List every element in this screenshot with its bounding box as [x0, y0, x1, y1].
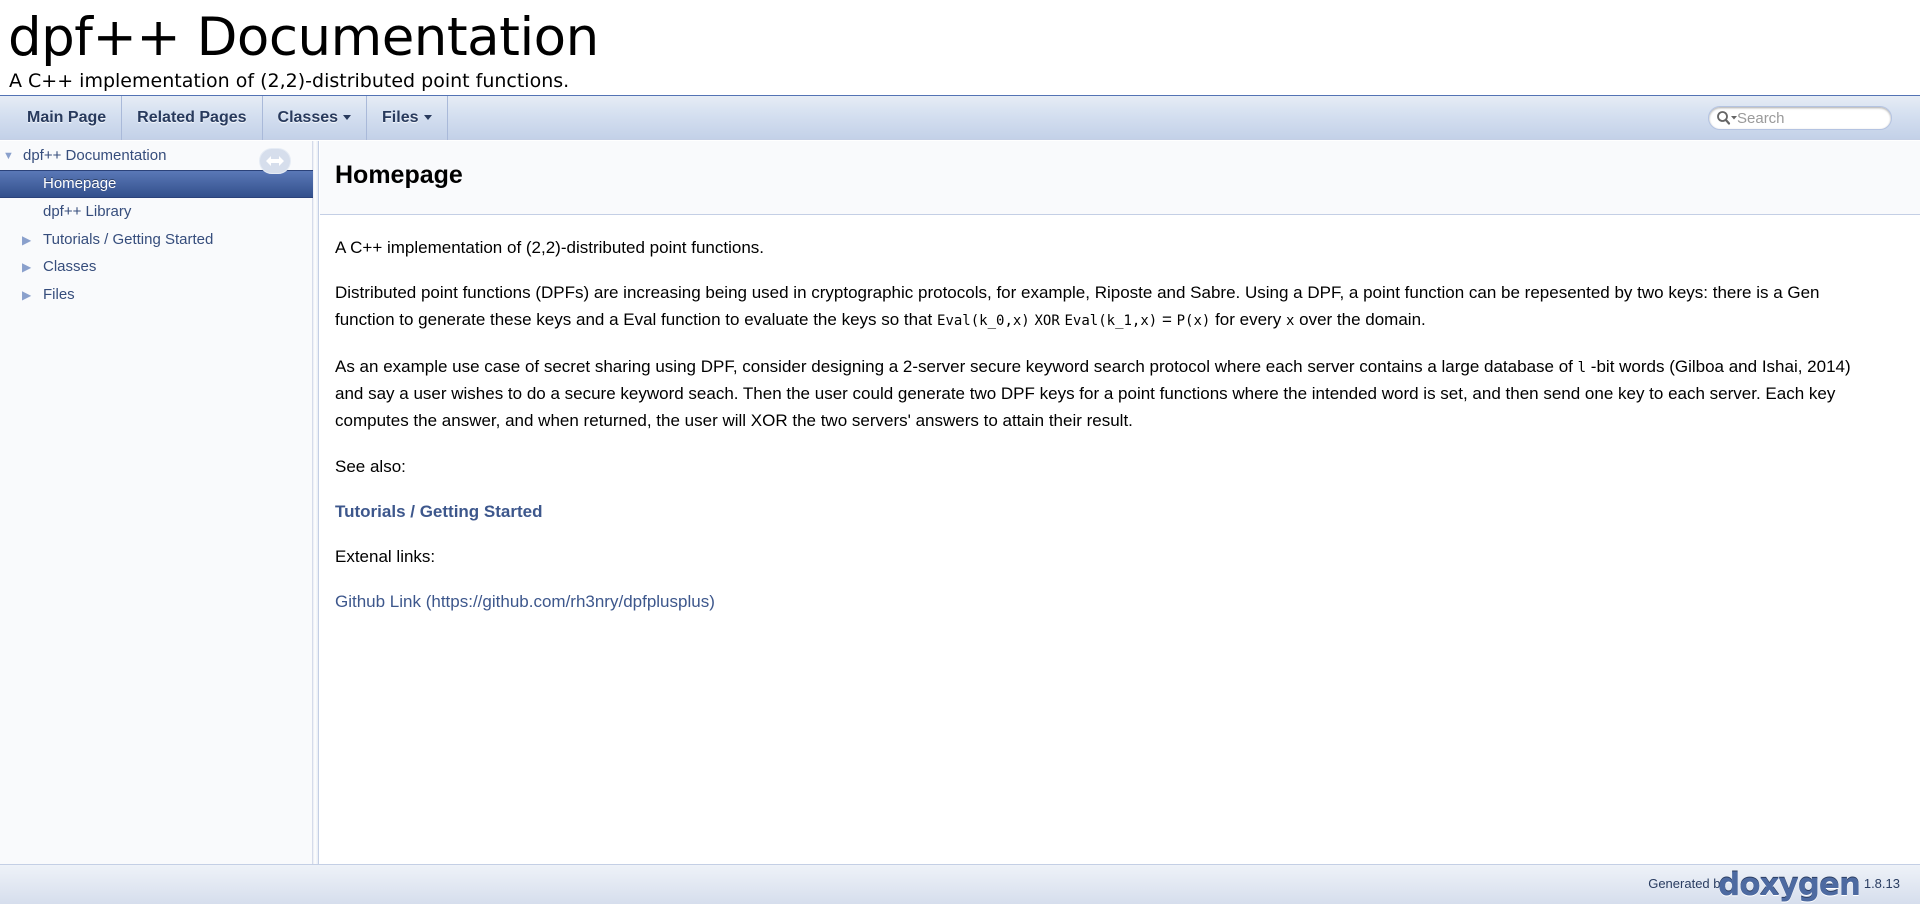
search-box	[1708, 106, 1892, 130]
code-px: P(x)	[1176, 313, 1211, 329]
example-line2: and say a user wishes to do a secure key…	[335, 384, 1836, 403]
footer: Generated by doxygen 1.8.13	[0, 864, 1920, 904]
search-input[interactable]	[1737, 109, 1885, 127]
code-l: l	[1577, 360, 1587, 376]
sync-toggle-button[interactable]	[259, 148, 291, 174]
tree-item-label: Homepage	[43, 175, 117, 192]
code-xor: XOR	[1034, 313, 1060, 329]
sync-arrows-icon	[266, 156, 284, 166]
collapsed-arrow-icon[interactable]: ▶	[22, 282, 31, 308]
expanded-arrow-icon[interactable]: ▼	[3, 143, 14, 169]
equals-sign: =	[1161, 310, 1172, 329]
tree-item-dpf-library[interactable]: dpf++ Library	[0, 199, 313, 225]
dpf-description-line1: Distributed point functions (DPFs) are i…	[335, 283, 1820, 302]
main-navbar: Main Page Related Pages Classes Files	[0, 96, 1920, 140]
collapsed-arrow-icon[interactable]: ▶	[22, 227, 31, 253]
tree-item-label: Files	[43, 286, 75, 303]
nav-related-pages[interactable]: Related Pages	[122, 96, 263, 140]
code-x: x	[1285, 313, 1295, 329]
code-eval-k0: Eval(k_0,x)	[937, 313, 1030, 329]
external-links-label: Extenal links:	[335, 547, 436, 566]
text: for every	[1215, 310, 1282, 329]
nav-files-label: Files	[382, 109, 419, 126]
tree-item-homepage[interactable]: Homepage	[0, 170, 313, 198]
search-icon[interactable]	[1716, 110, 1738, 126]
content-area: Homepage A C++ implementation of (2,2)-d…	[320, 141, 1920, 864]
tutorials-link[interactable]: Tutorials / Getting Started	[335, 502, 542, 521]
page-title: Homepage	[335, 161, 463, 189]
collapsed-arrow-icon[interactable]: ▶	[22, 254, 31, 280]
nav-classes-menu[interactable]: Classes	[263, 96, 368, 140]
example-line3: computes the answer, and when returned, …	[335, 411, 1133, 430]
nav-main-page-label: Main Page	[27, 109, 107, 126]
tree-item-label: Tutorials / Getting Started	[43, 231, 214, 248]
github-link[interactable]: Github Link (https://github.com/rh3nry/d…	[335, 592, 715, 611]
doxygen-logo[interactable]: doxygen	[1718, 867, 1861, 903]
see-also-label: See also:	[335, 457, 406, 476]
doxygen-version: 1.8.13	[1863, 876, 1900, 891]
generated-by-text: Generated by	[1648, 876, 1727, 891]
side-nav-tree: ▼ dpf++ Documentation Homepage dpf++ Lib…	[0, 141, 313, 864]
tree-item-classes[interactable]: ▶ Classes	[0, 254, 313, 280]
text: over the domain.	[1299, 310, 1426, 329]
dropdown-caret-icon	[423, 115, 432, 121]
tree-item-label: dpf++ Library	[43, 203, 132, 220]
dropdown-caret-icon	[343, 115, 352, 121]
nav-related-pages-label: Related Pages	[137, 109, 247, 126]
nav-main-page[interactable]: Main Page	[0, 96, 123, 140]
nav-classes-label: Classes	[277, 109, 339, 126]
project-brief: A C++ implementation of (2,2)-distribute…	[9, 70, 570, 92]
dpf-description-line2: function to generate these keys and a Ev…	[335, 306, 1426, 335]
title-area: dpf++ Documentation A C++ implementation…	[0, 0, 1920, 96]
text: -bit words (Gilboa and Ishai, 2014)	[1590, 357, 1851, 376]
example-line1: As an example use case of secret sharing…	[335, 353, 1851, 382]
tree-item-files[interactable]: ▶ Files	[0, 282, 313, 308]
tree-item-tutorials[interactable]: ▶ Tutorials / Getting Started	[0, 227, 313, 253]
page-header: Homepage	[320, 141, 1920, 215]
nav-files-menu[interactable]: Files	[367, 96, 448, 140]
tree-root-label: dpf++ Documentation	[23, 147, 167, 164]
project-name: dpf++ Documentation	[8, 7, 599, 68]
text: function to generate these keys and a Ev…	[335, 310, 933, 329]
tree-item-label: Classes	[43, 258, 97, 275]
code-eval-k1: Eval(k_1,x)	[1064, 313, 1158, 329]
text: As an example use case of secret sharing…	[335, 357, 1573, 376]
split-bar-handle[interactable]	[313, 141, 319, 864]
intro-text: A C++ implementation of (2,2)-distribute…	[335, 238, 765, 257]
